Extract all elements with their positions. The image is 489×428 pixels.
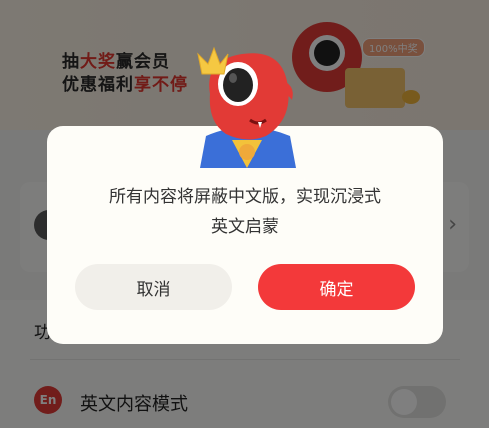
one-eyed-red-mascot-icon xyxy=(197,46,296,168)
confirm-button[interactable]: 确定 xyxy=(258,264,415,310)
cancel-button[interactable]: 取消 xyxy=(75,264,232,310)
dialog-message: 所有内容将屏蔽中文版，实现沉浸式 英文启蒙 xyxy=(109,187,381,237)
